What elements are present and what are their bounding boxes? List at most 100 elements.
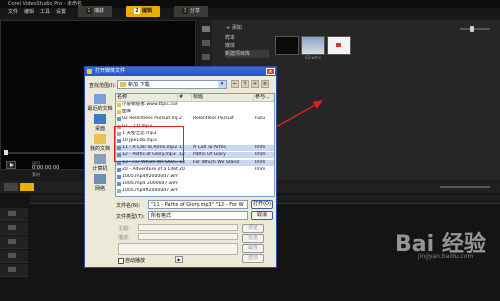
title-icon[interactable] xyxy=(202,54,210,60)
browse-button[interactable]: 浏览 xyxy=(242,224,264,233)
add-label: 添加 xyxy=(231,25,242,31)
timeline-view-icon[interactable] xyxy=(20,183,34,191)
audio-file-icon xyxy=(117,160,121,165)
file-artist: Imm xyxy=(255,166,266,172)
step-label: 捕获 xyxy=(93,8,104,14)
file-name: 02 Relentless Pursuit.mp3 xyxy=(122,116,178,122)
media-thumb[interactable] xyxy=(275,36,299,55)
place-recent[interactable]: 最近的文档 xyxy=(87,93,113,113)
audio-file-icon xyxy=(117,124,121,129)
media-thumb[interactable]: 03.wmv xyxy=(301,36,325,60)
title-track-header[interactable] xyxy=(0,236,28,249)
filename-label: 文件名(N): xyxy=(116,203,141,209)
audio-file-icon xyxy=(117,139,121,143)
preview-play-button[interactable]: ▶ xyxy=(175,256,183,263)
step-num: 2 xyxy=(133,8,140,14)
cancel-button[interactable]: 取消 xyxy=(251,211,273,220)
file-row[interactable]: 02 ...(2).mp3 xyxy=(116,124,274,130)
file-row[interactable]: 1005.mp4ff20000d7.wmv xyxy=(116,188,274,194)
menu-settings[interactable]: 设置 xyxy=(56,8,66,17)
lookin-dropdown[interactable]: 新加 下载 ▾ xyxy=(117,80,227,89)
info-button[interactable]: 信息 xyxy=(242,234,264,243)
col-number[interactable]: # xyxy=(178,94,192,101)
slider-knob[interactable] xyxy=(470,26,474,32)
file-num: 12 xyxy=(179,152,185,158)
zoom-slider[interactable] xyxy=(460,26,490,32)
file-artist: Imm xyxy=(255,145,266,151)
file-row[interactable]: 10 Jpk14b.mp3 xyxy=(116,138,274,144)
media-icon[interactable] xyxy=(202,26,210,32)
media-thumb[interactable] xyxy=(327,36,351,55)
place-documents[interactable]: 我的文档 xyxy=(87,133,113,153)
file-row[interactable]: 1005.mp4ff20000d7.wmv xyxy=(116,174,274,180)
autoplay-checkbox[interactable]: 自动播放 xyxy=(118,257,145,264)
close-icon: ✕ xyxy=(268,69,273,75)
file-title: Relentless Pursuit xyxy=(193,116,234,122)
overlay-track-header[interactable] xyxy=(0,222,28,235)
checkbox-box[interactable] xyxy=(118,257,124,264)
file-list: 名称 # 标题 参与... 小泉撕裂者.www.ttpic.com 图库 02 Re… xyxy=(115,93,275,197)
folder-item[interactable]: 样本 xyxy=(225,34,269,42)
file-row[interactable]: 1 天使之恋.mp3 xyxy=(116,131,274,137)
scrubber-knob[interactable] xyxy=(4,150,8,155)
thumb-caption: 03.wmv xyxy=(305,55,321,60)
menu-file[interactable]: 文件 xyxy=(8,8,18,17)
view-menu-icon[interactable]: ≡ xyxy=(261,80,269,88)
file-row[interactable]: 图库 xyxy=(116,109,274,115)
back-icon[interactable]: ← xyxy=(231,80,239,88)
mode-clip[interactable]: 素材 xyxy=(32,172,40,178)
add-folder-button[interactable]: + 添加 xyxy=(226,24,242,31)
properties-button[interactable]: 属性 xyxy=(242,244,264,253)
menu-tools[interactable]: 工具 xyxy=(40,8,50,17)
file-artist: Futu xyxy=(255,116,266,122)
step-capture[interactable]: 1 捕获 xyxy=(78,6,112,17)
lookin-value: 新加 下载 xyxy=(128,82,150,88)
title-track-icon xyxy=(8,239,16,244)
file-artist: Imm xyxy=(255,152,266,158)
place-network[interactable]: 网络 xyxy=(87,173,113,193)
timeline-zoom-slider[interactable] xyxy=(440,186,490,188)
col-title[interactable]: 标题 xyxy=(192,94,254,101)
file-num: 2 xyxy=(179,116,182,122)
file-row[interactable]: 02 Relentless Pursuit.mp3 2 Relentless Pur… xyxy=(116,116,274,122)
col-artist[interactable]: 参与... xyxy=(254,94,274,101)
file-row[interactable]: 1005.mp4 20000d7.wmv xyxy=(116,181,274,187)
file-title: A Call To Arms xyxy=(193,145,226,151)
play-button[interactable] xyxy=(6,161,16,169)
voice-track-header[interactable] xyxy=(0,250,28,263)
description-label: 描述: xyxy=(118,235,130,241)
desktop-icon xyxy=(94,114,106,124)
options-button[interactable]: 选项 xyxy=(242,254,264,263)
menu-edit[interactable]: 编辑 xyxy=(24,8,34,17)
menu-bar: 文件 编辑 工具 设置 xyxy=(0,8,500,17)
col-name[interactable]: 名称 xyxy=(116,94,178,101)
place-computer[interactable]: 计算机 xyxy=(87,153,113,173)
file-row[interactable]: 11 - A Call To Arms.mp3 11 A Call To Arms I… xyxy=(116,145,274,152)
open-button[interactable]: 打开(O) xyxy=(251,200,273,209)
folder-item[interactable]: 媒体 xyxy=(225,42,269,50)
file-num: 13 xyxy=(179,159,185,165)
subject-field xyxy=(138,224,238,231)
folder-item[interactable]: 新建项目库 xyxy=(225,50,269,58)
storyboard-view-icon[interactable] xyxy=(4,183,18,191)
transition-icon[interactable] xyxy=(202,40,210,46)
file-row[interactable]: 20 - Adventure of a Lifet... 20 Imm xyxy=(116,167,274,173)
file-name: 02 ...(2).mp3 xyxy=(122,123,152,129)
step-edit[interactable]: 2 编辑 xyxy=(126,6,160,17)
up-folder-icon[interactable]: ↑ xyxy=(241,80,249,88)
new-folder-icon[interactable]: + xyxy=(251,80,259,88)
file-row[interactable]: 12 - Paths of Glory.mp3 12 Paths Of Glory I… xyxy=(116,152,274,159)
audio-file-icon xyxy=(117,153,121,158)
file-row[interactable]: 小泉撕裂者.www.ttpic.com xyxy=(116,102,274,108)
music-track-header[interactable] xyxy=(0,264,28,277)
close-button[interactable]: ✕ xyxy=(266,68,275,75)
step-share[interactable]: 3 分享 xyxy=(174,6,208,17)
file-name: 图库 xyxy=(122,109,132,115)
place-label: 网络 xyxy=(94,186,105,192)
file-row[interactable]: 13 - For Which We Stan... 13 For Which We … xyxy=(116,159,274,166)
filetype-select[interactable]: 所有格式 xyxy=(148,211,248,220)
filename-input[interactable]: "11 - Paths of Glory.mp3" "12 - For W xyxy=(148,200,248,209)
place-desktop[interactable]: 桌面 xyxy=(87,113,113,133)
place-label: 桌面 xyxy=(94,126,105,132)
video-track-header[interactable] xyxy=(0,208,28,221)
